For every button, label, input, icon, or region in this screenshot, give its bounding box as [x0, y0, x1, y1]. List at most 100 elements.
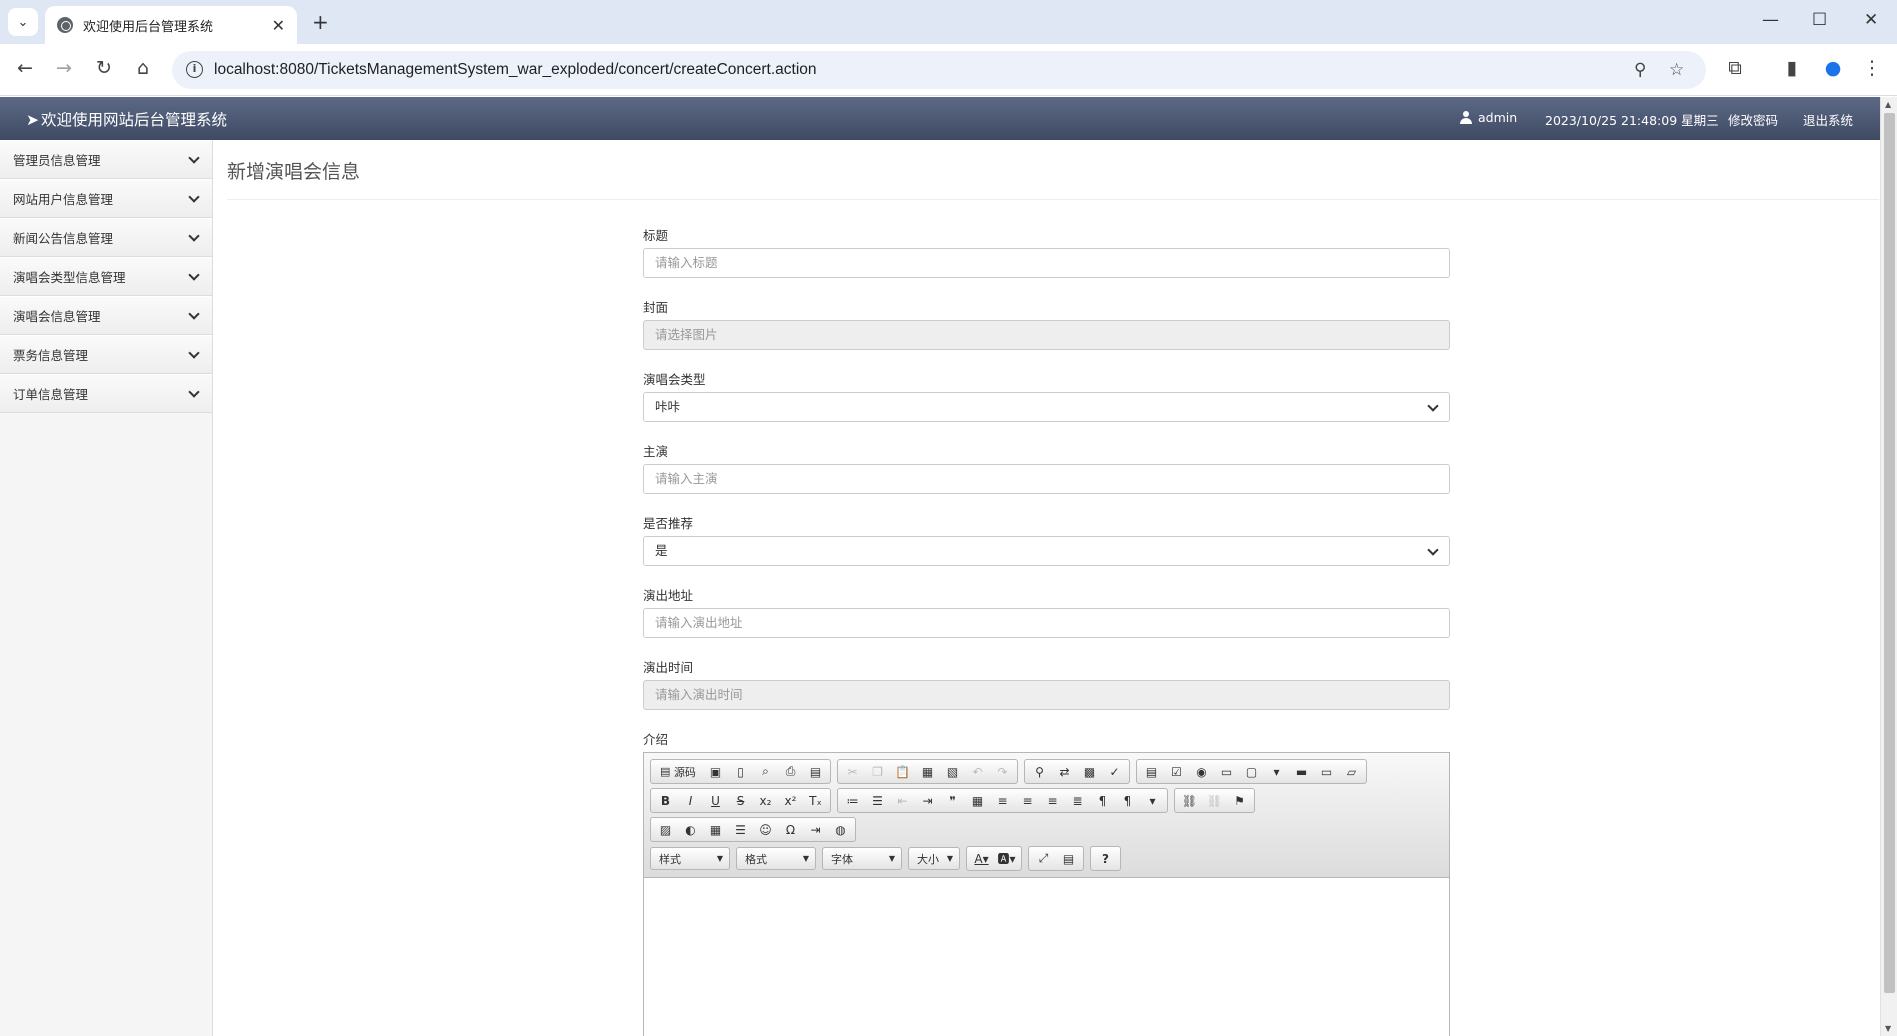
address-input[interactable]: 请输入演出地址: [643, 608, 1450, 638]
type-select[interactable]: 咔咔: [643, 392, 1450, 422]
indent-icon[interactable]: ⇥: [915, 790, 940, 811]
menu-icon[interactable]: ⋮: [1860, 57, 1884, 79]
superscript-icon[interactable]: x²: [778, 790, 803, 811]
brand[interactable]: ➤ 欢迎使用网站后台管理系统: [26, 108, 227, 130]
redo-icon[interactable]: ↷: [990, 761, 1015, 782]
image-button-icon[interactable]: ▭: [1314, 761, 1339, 782]
reload-icon[interactable]: ↻: [92, 57, 116, 79]
replace-icon[interactable]: ⇄: [1052, 761, 1077, 782]
bold-icon[interactable]: B: [653, 790, 678, 811]
print-icon[interactable]: ⎙: [778, 761, 803, 782]
table-icon[interactable]: ▦: [703, 819, 728, 840]
style-combo[interactable]: 样式 ▼: [650, 847, 730, 870]
special-char-icon[interactable]: Ω: [778, 819, 803, 840]
help-icon[interactable]: ?: [1093, 848, 1118, 869]
sidebar-item-users[interactable]: 网站用户信息管理: [0, 179, 212, 218]
bookmark-star-icon[interactable]: ☆: [1669, 60, 1684, 80]
maximize-icon[interactable]: ⤢: [1031, 848, 1056, 869]
cover-input[interactable]: 请选择图片: [643, 320, 1450, 350]
paste-icon[interactable]: 📋: [890, 761, 915, 782]
ltr-icon[interactable]: ¶: [1090, 790, 1115, 811]
unlink-icon[interactable]: ⛓: [1202, 790, 1227, 811]
numbered-list-icon[interactable]: ≔: [840, 790, 865, 811]
time-input[interactable]: 请输入演出时间: [643, 680, 1450, 710]
scroll-up-icon[interactable]: ▲: [1885, 100, 1891, 109]
title-input[interactable]: 请输入标题: [643, 248, 1450, 278]
close-window-button[interactable]: ✕: [1864, 10, 1878, 30]
sidebar-item-news[interactable]: 新闻公告信息管理: [0, 218, 212, 257]
checkbox-icon[interactable]: ☑: [1164, 761, 1189, 782]
bg-color-icon[interactable]: 🅰▾: [994, 848, 1019, 869]
sidebar-item-orders[interactable]: 订单信息管理: [0, 374, 212, 413]
new-tab-button[interactable]: +: [312, 10, 329, 34]
subscript-icon[interactable]: x₂: [753, 790, 778, 811]
font-combo[interactable]: 字体 ▼: [822, 847, 902, 870]
align-right-icon[interactable]: ≡: [1040, 790, 1065, 811]
cut-icon[interactable]: ✂: [840, 761, 865, 782]
save-icon[interactable]: ▣: [703, 761, 728, 782]
div-icon[interactable]: ▦: [965, 790, 990, 811]
iframe-icon[interactable]: ◍: [828, 819, 853, 840]
remove-format-icon[interactable]: Tₓ: [803, 790, 828, 811]
radio-icon[interactable]: ◉: [1189, 761, 1214, 782]
italic-icon[interactable]: I: [678, 790, 703, 811]
rtl-icon[interactable]: ¶: [1115, 790, 1140, 811]
lead-input[interactable]: 请输入主演: [643, 464, 1450, 494]
sidebar-item-concert-types[interactable]: 演唱会类型信息管理: [0, 257, 212, 296]
logout-link[interactable]: 退出系统: [1803, 110, 1853, 129]
site-info-icon[interactable]: i: [186, 61, 203, 78]
language-icon[interactable]: ▾: [1140, 790, 1165, 811]
minimize-button[interactable]: —: [1762, 10, 1779, 30]
flash-icon[interactable]: ◐: [678, 819, 703, 840]
profile-icon[interactable]: ●: [1821, 57, 1845, 79]
select-field-icon[interactable]: ▾: [1264, 761, 1289, 782]
paste-text-icon[interactable]: ▦: [915, 761, 940, 782]
page-scrollbar[interactable]: ▲ ▼: [1880, 97, 1897, 1036]
address-bar[interactable]: i localhost:8080/TicketsManagementSystem…: [172, 51, 1706, 89]
bulleted-list-icon[interactable]: ☰: [865, 790, 890, 811]
hidden-field-icon[interactable]: ▱: [1339, 761, 1364, 782]
smiley-icon[interactable]: ☺: [753, 819, 778, 840]
textfield-icon[interactable]: ▭: [1214, 761, 1239, 782]
form-icon[interactable]: ▤: [1139, 761, 1164, 782]
paste-word-icon[interactable]: ▧: [940, 761, 965, 782]
back-icon[interactable]: ←: [13, 57, 37, 79]
align-center-icon[interactable]: ≡: [1015, 790, 1040, 811]
copy-icon[interactable]: ❐: [865, 761, 890, 782]
text-color-icon[interactable]: A▾: [969, 848, 994, 869]
extensions-icon[interactable]: ⧉: [1723, 57, 1747, 79]
horizontal-rule-icon[interactable]: ☰: [728, 819, 753, 840]
zoom-icon[interactable]: ⚲: [1634, 60, 1646, 80]
maximize-button[interactable]: ☐: [1812, 10, 1827, 30]
forward-icon[interactable]: →: [52, 57, 76, 79]
tab-search-button[interactable]: ⌄: [8, 8, 38, 36]
link-icon[interactable]: ⛓: [1177, 790, 1202, 811]
show-blocks-icon[interactable]: ▤: [1056, 848, 1081, 869]
page-break-icon[interactable]: ⇥: [803, 819, 828, 840]
recommend-select[interactable]: 是: [643, 536, 1450, 566]
spellcheck-icon[interactable]: ✓: [1102, 761, 1127, 782]
select-all-icon[interactable]: ▩: [1077, 761, 1102, 782]
underline-icon[interactable]: U: [703, 790, 728, 811]
preview-icon[interactable]: ⌕: [753, 761, 778, 782]
blockquote-icon[interactable]: ❞: [940, 790, 965, 811]
outdent-icon[interactable]: ⇤: [890, 790, 915, 811]
anchor-icon[interactable]: ⚑: [1227, 790, 1252, 811]
justify-icon[interactable]: ≣: [1065, 790, 1090, 811]
sidebar-item-admin[interactable]: 管理员信息管理: [0, 140, 212, 179]
image-icon[interactable]: ▨: [653, 819, 678, 840]
size-combo[interactable]: 大小 ▼: [908, 847, 960, 870]
strike-icon[interactable]: S: [728, 790, 753, 811]
home-icon[interactable]: ⌂: [131, 57, 155, 79]
format-combo[interactable]: 格式 ▼: [736, 847, 816, 870]
close-tab-icon[interactable]: ✕: [272, 16, 285, 35]
scroll-down-icon[interactable]: ▼: [1885, 1024, 1891, 1033]
textarea-icon[interactable]: ▢: [1239, 761, 1264, 782]
sidebar-item-tickets[interactable]: 票务信息管理: [0, 335, 212, 374]
browser-tab[interactable]: 欢迎使用后台管理系统 ✕: [45, 6, 297, 44]
new-page-icon[interactable]: ▯: [728, 761, 753, 782]
side-panel-icon[interactable]: ▮: [1780, 57, 1804, 79]
scroll-thumb[interactable]: [1884, 113, 1895, 993]
sidebar-item-concerts[interactable]: 演唱会信息管理: [0, 296, 212, 335]
source-button[interactable]: ▤ 源码: [653, 761, 703, 782]
